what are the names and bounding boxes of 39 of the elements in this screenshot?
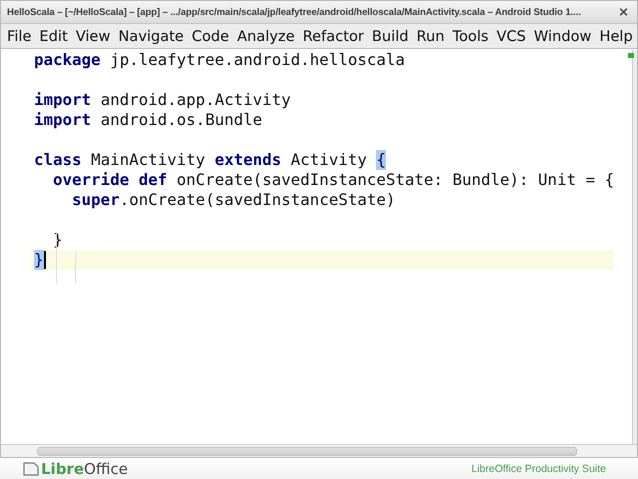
horizontal-scrollbar[interactable] xyxy=(1,444,637,457)
scrollbar-thumb[interactable] xyxy=(37,446,577,456)
code-text: onCreate(savedInstanceState: Bundle): Unit = { xyxy=(176,170,614,190)
menu-item[interactable]: Code xyxy=(188,28,234,44)
code-keyword: package xyxy=(34,50,101,70)
code-keyword: super xyxy=(71,190,120,210)
code-text: .onCreate(savedInstanceState) xyxy=(120,190,396,210)
text-cursor xyxy=(44,251,46,269)
close-button[interactable]: × xyxy=(618,4,629,20)
code-keyword: override def xyxy=(52,170,168,190)
logo-icon xyxy=(23,462,39,476)
menu-item[interactable]: Help xyxy=(595,28,637,44)
menu-item[interactable]: VCS xyxy=(492,28,530,44)
menu-item[interactable]: Window xyxy=(530,28,596,44)
code-keyword: extends xyxy=(214,150,282,170)
code-text: MainActivity xyxy=(90,150,206,170)
menu-item[interactable]: Edit xyxy=(35,28,72,44)
window-title: HelloScala – [~/HelloScala] – [app] – .../app/src/main/scala/jp/leafytree/android/helloscala/MainActivity.scala – Android Studio 1.... xyxy=(7,6,581,18)
code-keyword: import xyxy=(34,90,92,110)
footer-tagline: LibreOffice Productivity Suite xyxy=(471,462,606,474)
menu-item[interactable]: Analyze xyxy=(233,28,299,44)
code-text: jp.leafytree.android.helloscala xyxy=(109,50,405,70)
vertical-scrollbar[interactable] xyxy=(632,50,637,444)
code-text: android.app.Activity xyxy=(100,90,291,110)
logo-text: LibreOffice xyxy=(41,460,128,478)
menu-item[interactable]: View xyxy=(72,28,114,44)
code-keyword: class xyxy=(34,150,82,170)
code-text: android.os.Bundle xyxy=(100,110,262,130)
matched-brace: } xyxy=(34,250,44,270)
menu-item[interactable]: Run xyxy=(412,28,449,44)
matched-brace: { xyxy=(376,150,386,170)
menu-item[interactable]: File xyxy=(3,28,36,44)
menu-item[interactable]: Tools xyxy=(448,28,492,44)
menu-item[interactable]: Build xyxy=(368,28,413,44)
menu-item[interactable]: Navigate xyxy=(114,28,188,44)
code-text: Activity xyxy=(290,150,368,170)
menu-item[interactable]: Refactor xyxy=(298,28,368,44)
code-keyword: import xyxy=(34,110,92,130)
status-marker-icon xyxy=(628,53,634,58)
